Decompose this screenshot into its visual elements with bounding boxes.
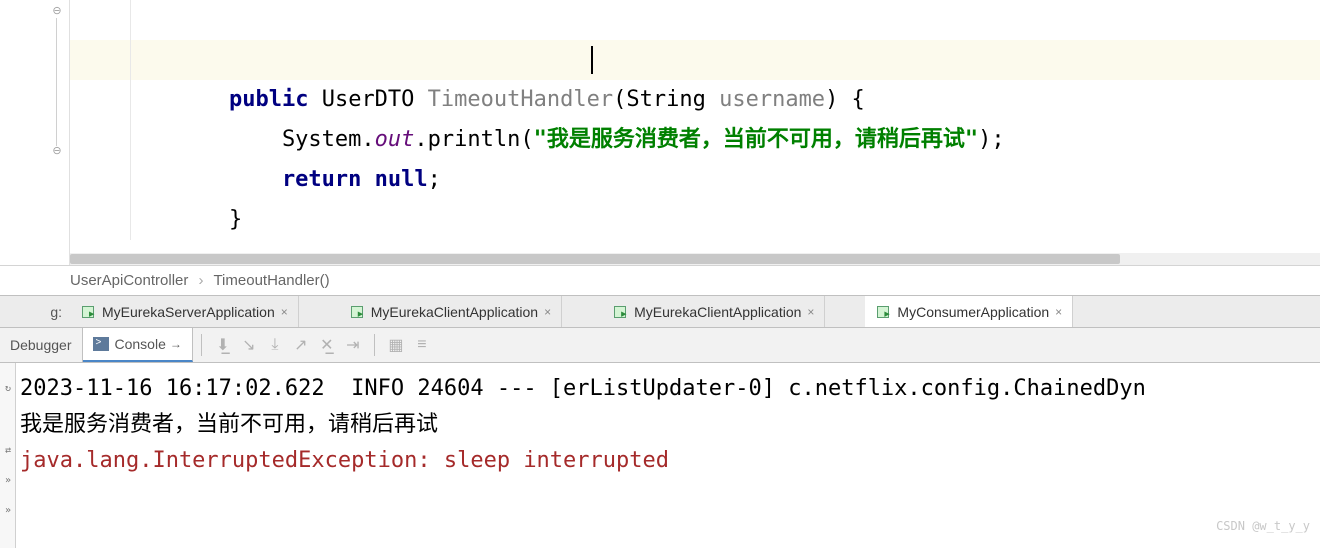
expand-icon[interactable]: »: [2, 463, 14, 483]
breadcrumb-class[interactable]: UserApiController: [70, 272, 188, 289]
run-config-icon: [612, 304, 628, 320]
run-config-icon: [875, 304, 891, 320]
separator: [374, 334, 375, 356]
code-content[interactable]: public UserDTO TimeoutHandler(String use…: [70, 0, 1320, 240]
breadcrumb[interactable]: UserApiController › TimeoutHandler(): [0, 265, 1320, 295]
separator: [201, 334, 202, 356]
fold-line: [56, 18, 57, 146]
debug-toolbar: Debugger Console → ⬇̲ ↘ ⤓ ↗ ✕̲ ⇥ ▦ ≡: [0, 328, 1320, 363]
close-icon[interactable]: ×: [1055, 305, 1062, 319]
run-config-icon: [80, 304, 96, 320]
editor-gutter: ⊖ ⊖: [0, 0, 70, 265]
console-icon: [93, 337, 109, 351]
restart-icon[interactable]: ↻: [2, 371, 14, 391]
tab-label: Console: [115, 336, 166, 352]
run-tab-consumer[interactable]: MyConsumerApplication ×: [865, 296, 1073, 327]
console-output[interactable]: ↻ ⇄ » » 2023-11-16 16:17:02.622 INFO 246…: [0, 363, 1320, 548]
code-line[interactable]: @RequestMapping("/getAllUsers"): [70, 200, 1320, 240]
run-config-icon: [349, 304, 365, 320]
tab-label: Debugger: [10, 337, 72, 353]
run-configurations-bar: g: MyEurekaServerApplication × MyEurekaC…: [0, 295, 1320, 328]
console-error-line[interactable]: java.lang.InterruptedException: sleep in…: [20, 443, 1320, 479]
run-tab-label: MyConsumerApplication: [897, 304, 1049, 320]
code-line[interactable]: return null;: [70, 80, 1320, 120]
breadcrumb-method[interactable]: TimeoutHandler(): [213, 272, 329, 289]
run-to-cursor-button[interactable]: ⇥: [340, 332, 366, 358]
run-tab-eureka-client-2[interactable]: MyEurekaClientApplication ×: [602, 296, 825, 327]
code-editor[interactable]: ⊖ ⊖ public UserDTO TimeoutHandler(String…: [0, 0, 1320, 265]
run-tab-label: MyEurekaServerApplication: [102, 304, 275, 320]
code-line[interactable]: [70, 160, 1320, 200]
console-stdout-line[interactable]: 我是服务消费者，当前不可用，请稍后再试: [20, 407, 1320, 443]
code-line-current[interactable]: System.out.println("我是服务消费者，当前不可用，请稍后再试"…: [70, 40, 1320, 80]
force-step-into-button[interactable]: ⤓: [262, 332, 288, 358]
toggle-icon[interactable]: ⇄: [2, 433, 14, 453]
code-line[interactable]: }: [70, 120, 1320, 160]
console-gutter: ↻ ⇄ » »: [0, 363, 16, 548]
close-icon[interactable]: ×: [544, 305, 551, 319]
code-line[interactable]: public UserDTO TimeoutHandler(String use…: [70, 0, 1320, 40]
step-out-button[interactable]: ↗: [288, 332, 314, 358]
text-caret: [591, 46, 593, 74]
evaluate-button[interactable]: ▦: [383, 332, 409, 358]
drop-frame-button[interactable]: ✕̲: [314, 332, 340, 358]
run-tab-label: MyEurekaClientApplication: [371, 304, 538, 320]
fold-marker-close-icon[interactable]: ⊖: [50, 144, 64, 158]
arrow-right-icon: →: [170, 337, 182, 351]
editor-horizontal-scrollbar[interactable]: [70, 253, 1320, 265]
run-tab-eureka-server[interactable]: MyEurekaServerApplication ×: [70, 296, 299, 327]
step-into-button[interactable]: ↘: [236, 332, 262, 358]
trace-button[interactable]: ≡: [409, 332, 435, 358]
console-log-line[interactable]: 2023-11-16 16:17:02.622 INFO 24604 --- […: [20, 371, 1320, 407]
chevron-right-icon: ›: [199, 272, 204, 289]
run-tab-label: MyEurekaClientApplication: [634, 304, 801, 320]
tab-debugger[interactable]: Debugger: [0, 328, 83, 362]
watermark: CSDN @w_t_y_y: [1216, 508, 1310, 544]
fold-marker-open-icon[interactable]: ⊖: [50, 4, 64, 18]
collapse-icon[interactable]: »: [2, 493, 14, 513]
close-icon[interactable]: ×: [281, 305, 288, 319]
step-over-button[interactable]: ⬇̲: [210, 332, 236, 358]
close-icon[interactable]: ×: [807, 305, 814, 319]
tab-console[interactable]: Console →: [83, 328, 193, 362]
run-bar-prefix: g:: [0, 304, 70, 320]
scrollbar-thumb[interactable]: [70, 254, 1120, 264]
run-tab-eureka-client-1[interactable]: MyEurekaClientApplication ×: [339, 296, 562, 327]
